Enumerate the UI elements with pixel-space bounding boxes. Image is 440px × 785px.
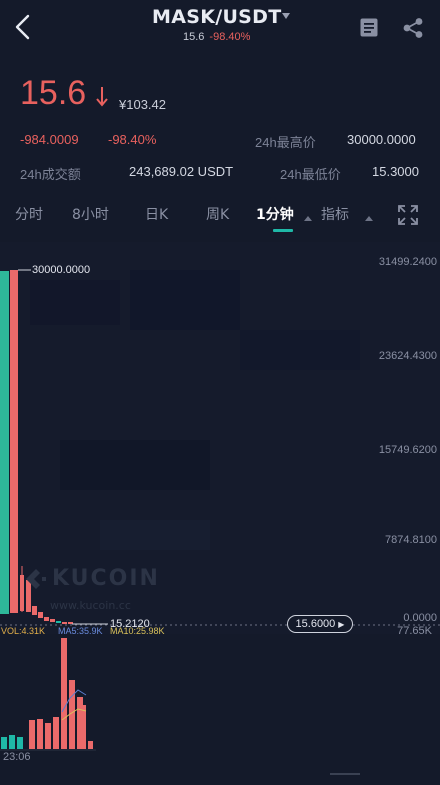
- kucoin-logo-icon: [26, 569, 46, 589]
- grid-patch: [240, 330, 360, 370]
- watermark-text: KUCOIN: [52, 566, 160, 591]
- price-axis-label-2: 23624.4300: [378, 350, 437, 362]
- candle-red-7: [50, 619, 55, 622]
- volume-bar: [17, 737, 23, 749]
- volume-bar: [1, 737, 7, 749]
- volume-bar: [9, 735, 15, 749]
- high-marker: 30000.0000: [32, 264, 91, 276]
- price-axis-label-1: 31499.2400: [378, 256, 437, 268]
- volume-bar: [81, 705, 86, 749]
- candle-red-8: [62, 622, 67, 624]
- ma5-indicator: MA5:35.9K: [58, 626, 103, 636]
- candle-green-1: [0, 271, 9, 614]
- vol-indicator: VOL:4.31K: [1, 626, 46, 636]
- volume-bar: [37, 719, 43, 749]
- volume-bar: [61, 638, 67, 749]
- volume-bar: [29, 720, 35, 749]
- candle-red-5: [38, 612, 43, 618]
- grid-patch: [130, 270, 240, 330]
- grid-patch: [100, 520, 210, 550]
- trading-page: MASK/USDT 15.6 -98.40% 15.6 ¥103.42 -984.…: [0, 0, 440, 785]
- candle-red-4: [32, 606, 37, 615]
- price-axis-label-3: 15749.6200: [378, 444, 437, 456]
- candle-green-2: [56, 621, 61, 623]
- volume-bar: [45, 723, 51, 749]
- grid-patch: [30, 280, 120, 325]
- candle-red-6: [44, 617, 49, 621]
- ma10-indicator: MA10:25.98K: [110, 626, 165, 636]
- volume-bar: [88, 741, 93, 749]
- price-axis-label-4: 7874.8100: [385, 534, 437, 546]
- time-axis-label: 23:06: [3, 751, 31, 763]
- volume-axis-max: 77.65K: [397, 625, 432, 637]
- candlestick-chart[interactable]: [0, 0, 440, 785]
- candle-red-1: [10, 270, 18, 613]
- grid-patch: [60, 440, 210, 490]
- play-icon: ▶: [338, 619, 345, 629]
- price-axis-label-5: 0.0000: [403, 612, 437, 624]
- watermark-url: www.kucoin.cc: [50, 599, 131, 612]
- current-price-value: 15.6000: [295, 618, 336, 630]
- current-price-badge[interactable]: 15.6000 ▶: [287, 615, 353, 633]
- volume-bar: [53, 717, 59, 749]
